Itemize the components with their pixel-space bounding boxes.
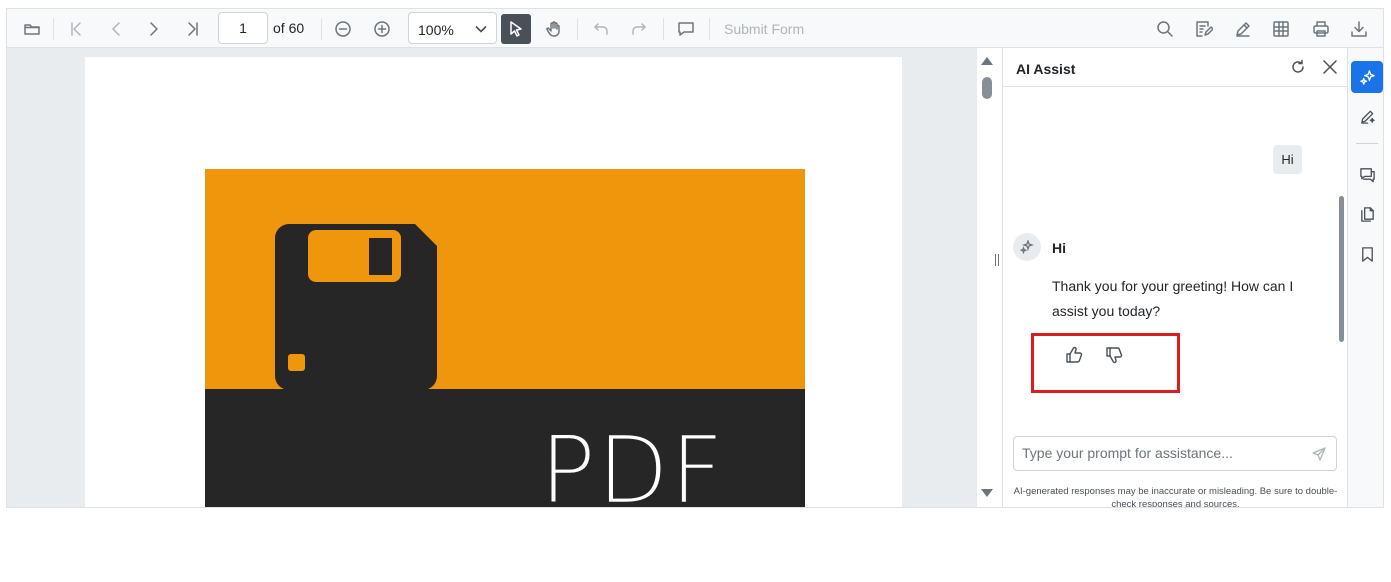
toolbar-separator xyxy=(663,18,664,40)
ai-edit-icon[interactable] xyxy=(1351,100,1383,132)
open-file-icon[interactable] xyxy=(19,14,45,44)
next-page-icon[interactable] xyxy=(141,14,167,44)
undo-icon[interactable] xyxy=(588,14,614,44)
pdf-viewer-app: of 60 100% Submit Form xyxy=(6,8,1384,508)
annotation-edit-icon[interactable] xyxy=(1230,14,1256,44)
organize-pages-icon[interactable] xyxy=(1268,14,1294,44)
page-number-input[interactable] xyxy=(218,12,268,44)
form-designer-icon[interactable] xyxy=(1191,14,1217,44)
cover-title: PDF xyxy=(540,417,726,508)
zoom-in-icon[interactable] xyxy=(369,14,395,44)
page-total-label: of 60 xyxy=(273,20,305,36)
prompt-input-container xyxy=(1013,436,1337,471)
first-page-icon[interactable] xyxy=(63,14,89,44)
ai-assist-icon[interactable] xyxy=(1351,61,1383,93)
main-toolbar: of 60 100% Submit Form xyxy=(7,9,1383,48)
chat-scrollbar[interactable] xyxy=(1339,196,1344,342)
refresh-icon[interactable] xyxy=(1289,58,1307,76)
document-viewer[interactable]: PDF xyxy=(7,48,977,508)
ai-assist-header: AI Assist xyxy=(1003,48,1347,87)
sidebar-divider xyxy=(1356,143,1378,144)
ai-response-heading: Hi xyxy=(1052,240,1066,256)
prompt-input[interactable] xyxy=(1022,445,1302,461)
chevron-down-icon xyxy=(475,25,487,33)
toolbar-separator xyxy=(53,18,54,40)
zoom-dropdown[interactable]: 100% xyxy=(408,12,497,44)
right-sidebar xyxy=(1347,48,1383,507)
zoom-value: 100% xyxy=(418,22,454,38)
print-icon[interactable] xyxy=(1308,14,1334,44)
user-message-bubble: Hi xyxy=(1273,145,1302,174)
ai-assist-panel: AI Assist Hi Hi Thank you for your greet… xyxy=(1002,48,1347,508)
download-icon[interactable] xyxy=(1346,14,1372,44)
submit-form-button[interactable]: Submit Form xyxy=(724,21,804,37)
thumbs-down-icon[interactable] xyxy=(1105,346,1123,369)
pages-icon[interactable] xyxy=(1351,198,1383,230)
pdf-page: PDF xyxy=(85,57,902,508)
panel-resize-handle[interactable] xyxy=(995,254,1001,268)
viewer-scrollbar[interactable] xyxy=(977,48,996,507)
scroll-down-arrow-icon[interactable] xyxy=(981,489,993,497)
comments-icon[interactable] xyxy=(1351,158,1383,190)
ai-avatar xyxy=(1013,233,1041,261)
send-icon[interactable] xyxy=(1312,447,1326,466)
text-select-tool-icon[interactable] xyxy=(501,14,531,44)
cover-image: PDF xyxy=(205,169,805,508)
feedback-buttons xyxy=(1065,346,1123,369)
close-icon[interactable] xyxy=(1321,58,1339,76)
comment-icon[interactable] xyxy=(673,14,699,44)
pan-tool-icon[interactable] xyxy=(541,14,567,44)
toolbar-separator xyxy=(577,18,578,40)
previous-page-icon[interactable] xyxy=(103,14,129,44)
floppy-disk-icon xyxy=(275,224,437,390)
toolbar-separator xyxy=(321,18,322,40)
search-icon[interactable] xyxy=(1152,14,1178,44)
toolbar-separator xyxy=(709,18,710,40)
ai-disclaimer: AI-generated responses may be inaccurate… xyxy=(1013,486,1338,508)
ai-response-text: Thank you for your greeting! How can I a… xyxy=(1052,278,1294,319)
scroll-up-arrow-icon[interactable] xyxy=(981,57,993,65)
redo-icon[interactable] xyxy=(626,14,652,44)
sparkle-icon xyxy=(1020,240,1034,254)
ai-assist-title: AI Assist xyxy=(1016,61,1076,77)
last-page-icon[interactable] xyxy=(180,14,206,44)
zoom-out-icon[interactable] xyxy=(330,14,356,44)
bookmark-icon[interactable] xyxy=(1351,238,1383,270)
scroll-thumb[interactable] xyxy=(982,77,992,99)
thumbs-up-icon[interactable] xyxy=(1065,346,1083,369)
